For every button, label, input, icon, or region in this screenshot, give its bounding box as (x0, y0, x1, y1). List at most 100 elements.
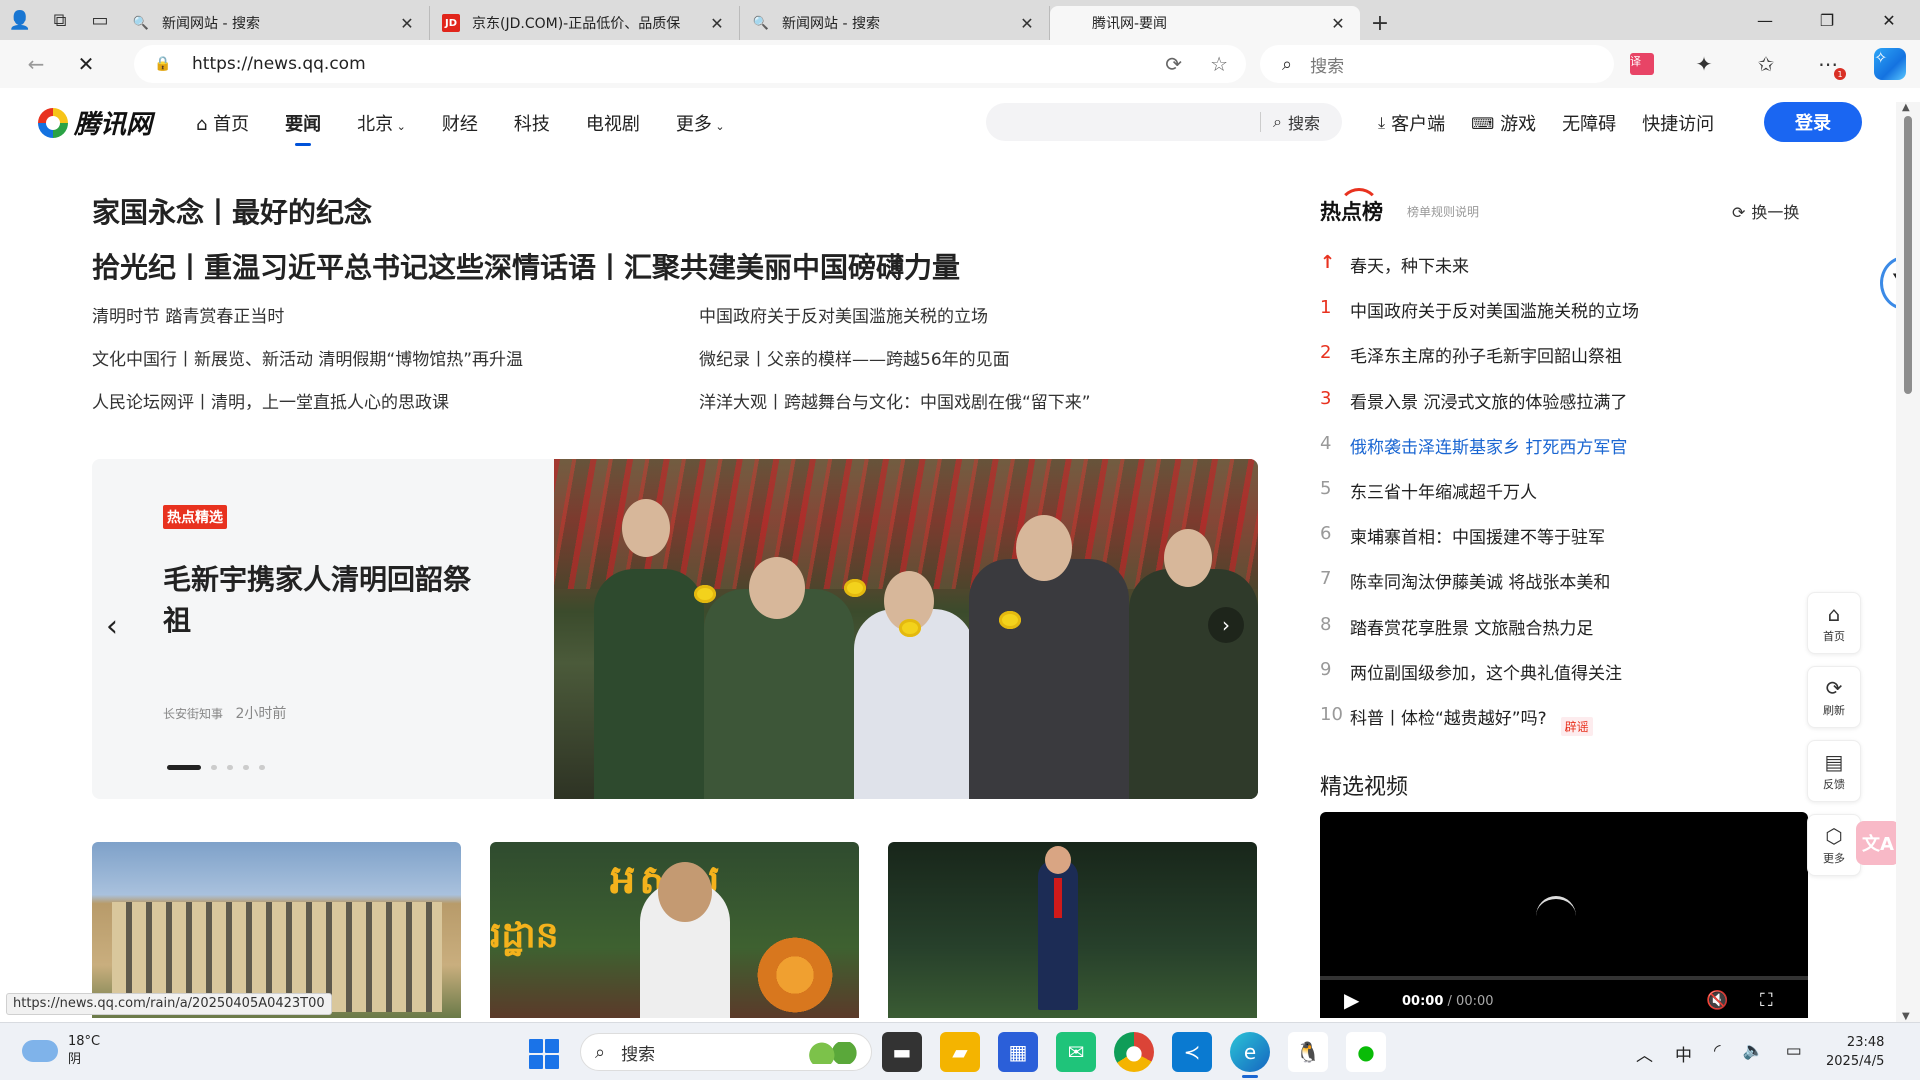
edge-icon[interactable]: e (1230, 1032, 1270, 1078)
hot-item-title[interactable]: 俄称袭击泽连斯基家乡 打死西方军官 (1350, 433, 1627, 458)
browser-tab-active[interactable]: 腾讯网-要闻 ✕ (1050, 6, 1360, 40)
news-thumbnail[interactable] (92, 842, 461, 1018)
side-feedback-button[interactable]: ▤ 反馈 (1807, 740, 1861, 802)
carousel-image[interactable]: › (554, 459, 1258, 799)
windows-start-icon[interactable] (529, 1039, 559, 1069)
hot-list-item[interactable]: 9 两位副国级参加，这个典礼值得关注 (1320, 659, 1720, 704)
hot-item-title[interactable]: 科普丨体检“越贵越好”吗? (1350, 704, 1547, 729)
wifi-icon[interactable]: ◜ (1714, 1041, 1721, 1066)
nav-home[interactable]: ⌂ 首页 (196, 110, 249, 136)
new-tab-button[interactable]: + (1360, 6, 1400, 40)
headline-secondary[interactable]: 拾光纪丨重温习近平总书记这些深情话语丨汇聚共建美丽中国磅礴力量 (92, 246, 960, 286)
minimize-icon[interactable]: — (1734, 0, 1796, 40)
stop-loading-icon[interactable]: ✕ (64, 42, 108, 86)
mute-icon[interactable]: 🔇 (1706, 990, 1728, 1011)
profile-icon[interactable]: 👤 (0, 0, 40, 40)
microsoft-store-icon[interactable]: ▦ (998, 1032, 1038, 1072)
file-explorer-icon[interactable]: ▰ (940, 1032, 980, 1072)
hot-list-item[interactable]: ↑ 春天，种下未来 (1320, 252, 1720, 297)
nav-tech[interactable]: 科技 (514, 110, 550, 136)
mail-icon[interactable]: ✉ (1056, 1032, 1096, 1072)
nav-finance[interactable]: 财经 (442, 110, 478, 136)
hot-list-item[interactable]: 8 踏春赏花享胜景 文旅融合热力足 (1320, 614, 1720, 659)
side-refresh-button[interactable]: ⟳ 刷新 (1807, 666, 1861, 728)
featured-carousel[interactable]: ‹ 热点精选 毛新宇携家人清明回韶祭祖 长安街知事 2小时前 › (92, 459, 1258, 799)
hot-list-item[interactable]: 6 柬埔寨首相：中国援建不等于驻军 (1320, 523, 1720, 568)
play-icon[interactable]: ▶ (1344, 988, 1359, 1012)
workspaces-icon[interactable]: ⧉ (40, 0, 80, 40)
site-search-button[interactable]: 搜索 (1288, 110, 1320, 134)
browser-tab[interactable]: JD 京东(JD.COM)-正品低价、品质保 ✕ (430, 6, 740, 40)
close-window-icon[interactable]: ✕ (1858, 0, 1920, 40)
news-link[interactable]: 中国政府关于反对美国滥施关税的立场 (699, 304, 1091, 347)
nav-news[interactable]: 要闻 (285, 110, 321, 146)
hot-list-item[interactable]: 10 科普丨体检“越贵越好”吗? 辟谣 (1320, 704, 1720, 749)
hot-list-item[interactable]: 5 东三省十年缩减超千万人 (1320, 478, 1720, 523)
news-link[interactable]: 微纪录丨父亲的模样——跨越56年的见面 (699, 347, 1091, 390)
url-field[interactable]: 🔒 https://news.qq.com ⟳ ☆ (134, 45, 1246, 83)
hot-item-title[interactable]: 踏春赏花享胜景 文旅融合热力足 (1350, 614, 1593, 639)
hot-list-item[interactable]: 3 看景入景 沉浸式文旅的体验感拉满了 (1320, 388, 1720, 433)
qq-icon[interactable]: 🐧 (1288, 1032, 1328, 1072)
news-link[interactable]: 清明时节 踏青赏春正当时 (92, 304, 523, 347)
nav-tv[interactable]: 电视剧 (586, 110, 640, 136)
chrome-icon[interactable]: ● (1114, 1032, 1154, 1072)
hot-item-title[interactable]: 柬埔寨首相：中国援建不等于驻军 (1350, 523, 1605, 548)
hot-list-rule-link[interactable]: 榜单规则说明 (1407, 203, 1479, 220)
hot-list-item[interactable]: 1 中国政府关于反对美国滥施关税的立场 (1320, 297, 1720, 342)
carousel-dot[interactable] (243, 765, 249, 770)
vscode-icon[interactable]: ≺ (1172, 1032, 1212, 1072)
client-link[interactable]: ⤓ 客户端 (1378, 110, 1445, 136)
carousel-next-icon[interactable]: › (1208, 607, 1244, 643)
hot-item-title[interactable]: 两位副国级参加，这个典礼值得关注 (1350, 659, 1622, 684)
battery-icon[interactable]: ▭ (1786, 1041, 1802, 1066)
tencent-logo[interactable]: 腾讯网 (38, 104, 152, 141)
taskbar-clock[interactable]: 23:48 2025/4/5 (1826, 1033, 1884, 1071)
browser-tab[interactable]: 🔍 新闻网站 - 搜索 ✕ (120, 6, 430, 40)
scroll-up-icon[interactable]: ▲ (1902, 102, 1910, 113)
video-progress-bar[interactable] (1320, 976, 1808, 980)
hot-list-item[interactable]: 2 毛泽东主席的孙子毛新宇回韶山祭祖 (1320, 342, 1720, 387)
quick-access-link[interactable]: 快捷访问 (1642, 110, 1714, 136)
volume-mute-icon[interactable]: 🔈 (1743, 1041, 1764, 1066)
news-thumbnail[interactable]: អសស រដ្ឋាន (490, 842, 859, 1018)
chevron-up-icon[interactable]: ︿ (1636, 1041, 1653, 1066)
carousel-prev-icon[interactable]: ‹ (106, 609, 118, 644)
fullscreen-icon[interactable]: ⛶ (1760, 990, 1773, 1011)
close-icon[interactable]: ✕ (1328, 14, 1348, 33)
close-icon[interactable]: ✕ (397, 14, 417, 33)
news-thumbnail[interactable] (888, 842, 1257, 1018)
hot-item-title[interactable]: 毛泽东主席的孙子毛新宇回韶山祭祖 (1350, 342, 1622, 367)
favorites-icon[interactable]: ✩ (1746, 46, 1786, 82)
reader-icon[interactable]: ⟳ (1165, 52, 1182, 76)
page-scrollbar[interactable]: ▲ ▼ (1896, 102, 1920, 1022)
restore-icon[interactable]: ❐ (1796, 0, 1858, 40)
hot-item-title[interactable]: 看景入景 沉浸式文旅的体验感拉满了 (1350, 388, 1627, 413)
browser-search-field[interactable]: ⌕ 搜索 (1260, 45, 1614, 83)
nav-beijing[interactable]: 北京 ⌄ (357, 110, 406, 136)
news-link[interactable]: 文化中国行丨新展览、新活动 清明假期“博物馆热”再升温 (92, 347, 523, 390)
hot-item-title[interactable]: 中国政府关于反对美国滥施关税的立场 (1350, 297, 1639, 322)
carousel-title[interactable]: 毛新宇携家人清明回韶祭祖 (163, 559, 493, 641)
weather-widget[interactable]: 18°C 阴 (22, 1033, 100, 1069)
input-method-indicator[interactable]: 中 (1675, 1041, 1692, 1066)
translate-float-icon[interactable]: 文A (1856, 821, 1900, 865)
scrollbar-thumb[interactable] (1904, 116, 1912, 394)
url-text[interactable]: https://news.qq.com (192, 54, 366, 74)
close-icon[interactable]: ✕ (1017, 14, 1037, 33)
carousel-dot[interactable] (167, 765, 201, 770)
back-icon[interactable]: ← (14, 42, 58, 86)
hot-list-item[interactable]: 7 陈幸同淘汰伊藤美诚 将战张本美和 (1320, 568, 1720, 613)
taskbar-search[interactable]: ⌕ 搜索 (580, 1033, 872, 1071)
hot-refresh-button[interactable]: ⟳ 换一换 (1732, 199, 1799, 223)
news-link[interactable]: 人民论坛网评丨清明，上一堂直抵人心的思政课 (92, 390, 523, 433)
translate-extension-icon[interactable]: 译 (1622, 46, 1662, 82)
news-link[interactable]: 洋洋大观丨跨越舞台与文化：中国戏剧在俄“留下来” (699, 390, 1091, 433)
favorite-star-icon[interactable]: ☆ (1210, 52, 1228, 76)
side-more-button[interactable]: ⬡ 更多 (1807, 814, 1861, 876)
carousel-dot[interactable] (259, 765, 265, 770)
task-view-icon[interactable]: ▬ (882, 1032, 922, 1072)
game-link[interactable]: ⌨ 游戏 (1471, 110, 1536, 136)
hot-list-item[interactable]: 4 俄称袭击泽连斯基家乡 打死西方军官 (1320, 433, 1720, 478)
browser-tab[interactable]: 🔍 新闻网站 - 搜索 ✕ (740, 6, 1050, 40)
